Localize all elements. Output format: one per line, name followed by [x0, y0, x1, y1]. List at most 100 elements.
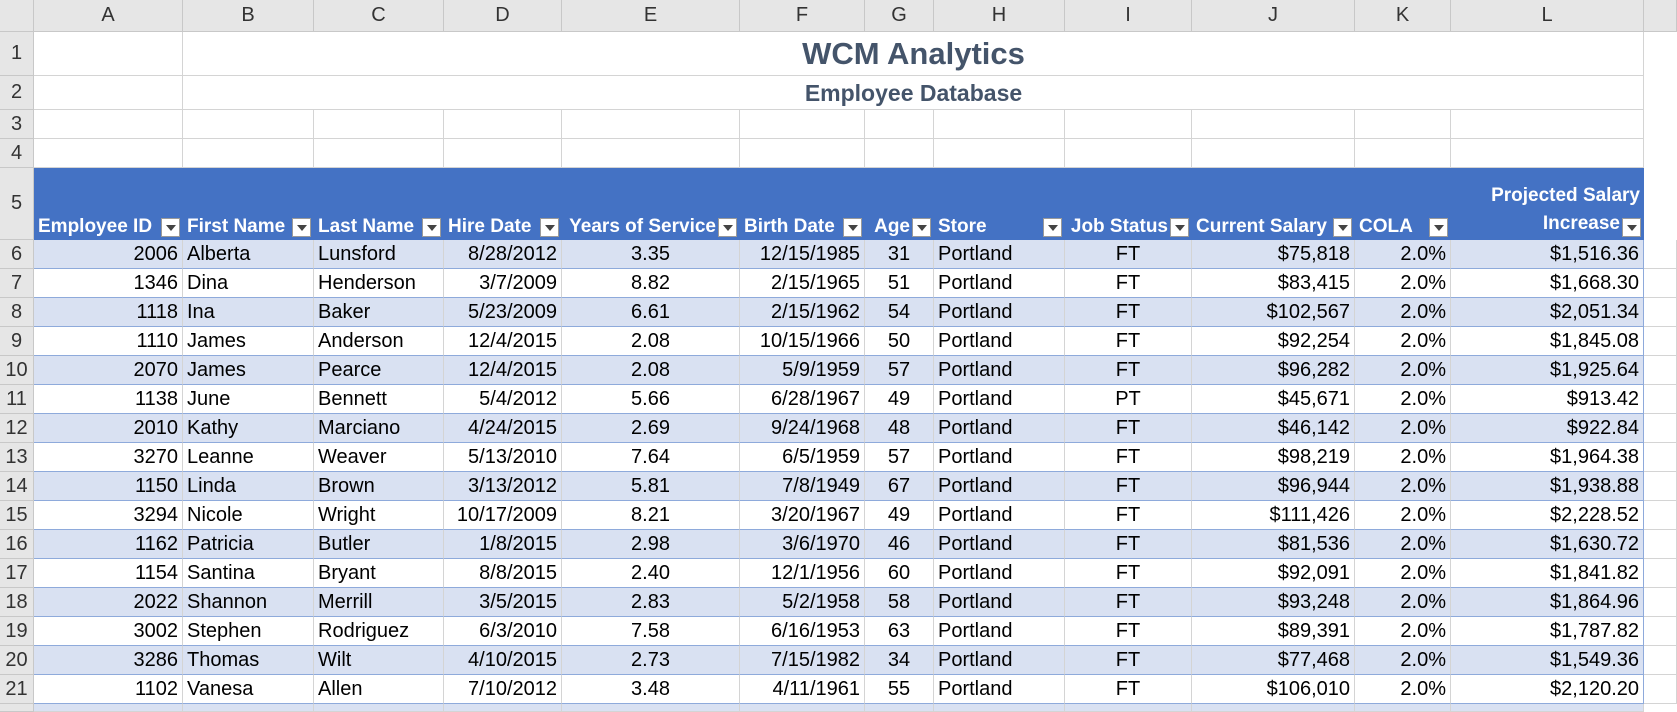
table-cell[interactable]: 12/1/1956: [740, 559, 865, 588]
row-header-next[interactable]: [0, 704, 34, 712]
table-cell[interactable]: 2.0%: [1355, 588, 1451, 617]
table-cell[interactable]: 8/8/2015: [444, 559, 562, 588]
table-cell[interactable]: 1150: [34, 472, 183, 501]
table-cell[interactable]: 4/11/1961: [740, 675, 865, 704]
table-cell[interactable]: Portland: [934, 240, 1065, 269]
cell-k3[interactable]: [1355, 110, 1451, 139]
table-cell[interactable]: 6.61: [562, 298, 740, 327]
table-cell[interactable]: 6/16/1953: [740, 617, 865, 646]
table-cell[interactable]: Wright: [314, 501, 444, 530]
table-cell[interactable]: $46,142: [1192, 414, 1355, 443]
column-header-c[interactable]: C: [314, 0, 444, 32]
cell-empty[interactable]: [1644, 675, 1677, 704]
table-cell[interactable]: 5.66: [562, 385, 740, 414]
table-cell[interactable]: Portland: [934, 646, 1065, 675]
table-cell[interactable]: Portland: [934, 472, 1065, 501]
table-cell[interactable]: 4/24/2015: [444, 414, 562, 443]
table-cell[interactable]: 4/10/2015: [444, 646, 562, 675]
row-header-11[interactable]: 11: [0, 385, 34, 414]
header-cell-f[interactable]: Birth Date: [740, 168, 865, 240]
table-cell[interactable]: PT: [1065, 385, 1192, 414]
sheet-title[interactable]: WCM Analytics: [183, 34, 1644, 74]
table-cell[interactable]: Portland: [934, 414, 1065, 443]
table-cell[interactable]: 1154: [34, 559, 183, 588]
cell-i4[interactable]: [1065, 139, 1192, 168]
table-cell[interactable]: 2.0%: [1355, 414, 1451, 443]
filter-dropdown-icon[interactable]: [292, 218, 311, 237]
table-cell[interactable]: $111,426: [1192, 501, 1355, 530]
header-cell-i[interactable]: Job Status: [1065, 168, 1192, 240]
row-header-18[interactable]: 18: [0, 588, 34, 617]
table-cell[interactable]: $2,228.52: [1451, 501, 1644, 530]
table-cell[interactable]: 2/15/1962: [740, 298, 865, 327]
table-cell[interactable]: Baker: [314, 298, 444, 327]
cell-empty[interactable]: [1644, 617, 1677, 646]
cell-b4[interactable]: [183, 139, 314, 168]
table-cell[interactable]: Portland: [934, 675, 1065, 704]
table-cell[interactable]: 12/15/1985: [740, 240, 865, 269]
table-cell[interactable]: 2.0%: [1355, 298, 1451, 327]
cell-empty[interactable]: [1644, 472, 1677, 501]
table-cell[interactable]: 5.81: [562, 472, 740, 501]
header-cell-a[interactable]: Employee ID: [34, 168, 183, 240]
table-cell[interactable]: 2.08: [562, 327, 740, 356]
table-cell[interactable]: Thomas: [183, 646, 314, 675]
table-cell[interactable]: $1,845.08: [1451, 327, 1644, 356]
column-header-k[interactable]: K: [1355, 0, 1451, 32]
table-cell[interactable]: Bennett: [314, 385, 444, 414]
table-cell[interactable]: 3/6/1970: [740, 530, 865, 559]
table-cell[interactable]: 3294: [34, 501, 183, 530]
table-cell[interactable]: $102,567: [1192, 298, 1355, 327]
table-cell[interactable]: 1/8/2015: [444, 530, 562, 559]
table-cell[interactable]: 2.08: [562, 356, 740, 385]
table-cell[interactable]: 1162: [34, 530, 183, 559]
column-header-l[interactable]: L: [1451, 0, 1644, 32]
table-cell[interactable]: FT: [1065, 269, 1192, 298]
cell-empty[interactable]: [1644, 501, 1677, 530]
table-cell[interactable]: Henderson: [314, 269, 444, 298]
table-cell[interactable]: 1110: [34, 327, 183, 356]
table-cell[interactable]: Bryant: [314, 559, 444, 588]
table-cell[interactable]: 8.82: [562, 269, 740, 298]
table-cell[interactable]: $1,516.36: [1451, 240, 1644, 269]
table-cell[interactable]: 2.98: [562, 530, 740, 559]
table-cell[interactable]: Portland: [934, 327, 1065, 356]
table-cell[interactable]: 49: [865, 385, 934, 414]
table-cell[interactable]: 2.0%: [1355, 472, 1451, 501]
row-header-9[interactable]: 9: [0, 327, 34, 356]
table-cell[interactable]: Portland: [934, 443, 1065, 472]
table-cell[interactable]: 54: [865, 298, 934, 327]
column-header-a[interactable]: A: [34, 0, 183, 32]
table-cell[interactable]: Brown: [314, 472, 444, 501]
table-cell-partial[interactable]: [1065, 704, 1192, 712]
table-cell[interactable]: $96,944: [1192, 472, 1355, 501]
row-header-21[interactable]: 21: [0, 675, 34, 704]
table-cell[interactable]: 60: [865, 559, 934, 588]
table-cell[interactable]: 55: [865, 675, 934, 704]
cell-empty[interactable]: [1644, 443, 1677, 472]
table-cell[interactable]: $1,964.38: [1451, 443, 1644, 472]
table-cell-partial[interactable]: [314, 704, 444, 712]
table-cell[interactable]: $83,415: [1192, 269, 1355, 298]
row-header-20[interactable]: 20: [0, 646, 34, 675]
cell-f3[interactable]: [740, 110, 865, 139]
filter-dropdown-icon[interactable]: [1333, 218, 1352, 237]
row-header-2[interactable]: 2: [0, 76, 34, 110]
table-cell[interactable]: Anderson: [314, 327, 444, 356]
table-cell[interactable]: 1346: [34, 269, 183, 298]
table-cell[interactable]: Portland: [934, 617, 1065, 646]
table-cell[interactable]: Linda: [183, 472, 314, 501]
cell-empty[interactable]: [1644, 269, 1677, 298]
row-header-16[interactable]: 16: [0, 530, 34, 559]
table-cell[interactable]: 5/4/2012: [444, 385, 562, 414]
table-cell[interactable]: 2.0%: [1355, 675, 1451, 704]
cell-empty[interactable]: [1644, 414, 1677, 443]
table-cell-partial[interactable]: [562, 704, 740, 712]
header-cell-g[interactable]: Age: [865, 168, 934, 240]
cell-empty[interactable]: [1644, 530, 1677, 559]
table-cell[interactable]: 31: [865, 240, 934, 269]
table-cell[interactable]: 2006: [34, 240, 183, 269]
row-header-3[interactable]: 3: [0, 110, 34, 139]
table-cell[interactable]: $92,254: [1192, 327, 1355, 356]
row-header-19[interactable]: 19: [0, 617, 34, 646]
